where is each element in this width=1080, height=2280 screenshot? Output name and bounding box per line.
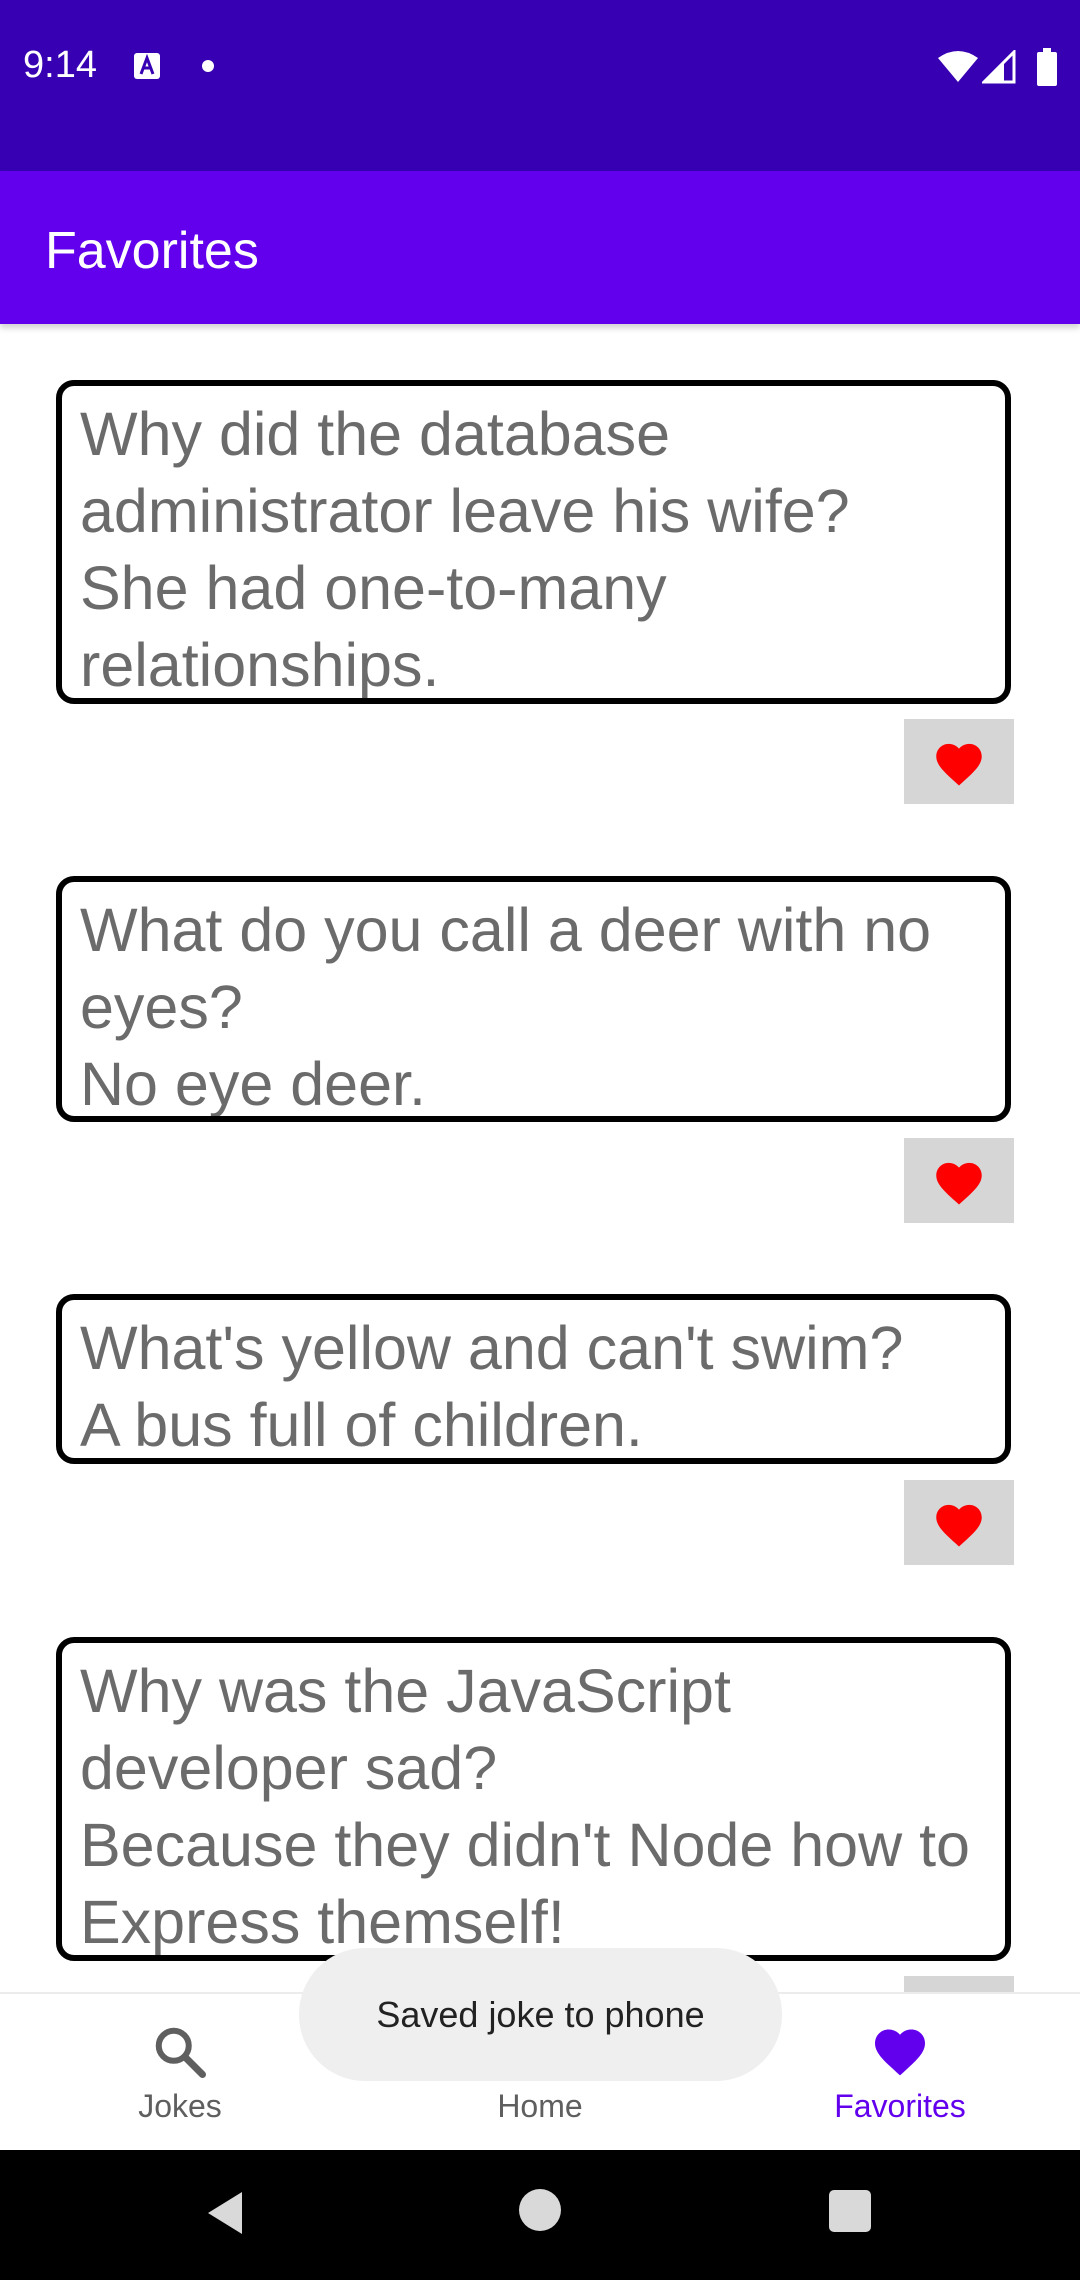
favorites-list[interactable]: Why did the database administrator leave… [0, 324, 1080, 1992]
favorite-button[interactable] [904, 719, 1014, 804]
joke-card: What's yellow and can't swim? A bus full… [56, 1294, 1011, 1464]
status-bar: 9:14 [0, 0, 1080, 171]
app-bar: Favorites [0, 171, 1080, 324]
dot-icon [202, 60, 214, 72]
heart-icon [936, 743, 982, 786]
status-time: 9:14 [23, 44, 97, 86]
system-navigation-bar [0, 2148, 1080, 2280]
favorite-button[interactable] [904, 1976, 1014, 1992]
recents-button[interactable] [829, 2190, 871, 2232]
heart-icon [875, 2029, 925, 2076]
search-icon [155, 2027, 206, 2078]
nav-label-jokes: Jokes [138, 2088, 222, 2124]
joke-card: What do you call a deer with no eyes? No… [56, 876, 1011, 1122]
nav-label-home: Home [497, 2088, 583, 2124]
joke-card: Why was the JavaScript developer sad? Be… [56, 1637, 1011, 1961]
wifi-icon [938, 51, 978, 82]
toast-message: Saved joke to phone [299, 1948, 782, 2081]
heart-icon [936, 1162, 982, 1205]
heart-icon [936, 1504, 982, 1547]
home-button[interactable] [519, 2189, 561, 2231]
signal-icon [982, 50, 1016, 84]
joke-card: Why did the database administrator leave… [56, 380, 1011, 704]
battery-icon [1037, 48, 1057, 86]
text-a-icon [134, 53, 160, 79]
page-title: Favorites [45, 222, 259, 280]
back-icon[interactable] [202, 2188, 252, 2238]
favorite-button[interactable] [904, 1480, 1014, 1565]
nav-label-favorites: Favorites [834, 2088, 966, 2124]
favorite-button[interactable] [904, 1138, 1014, 1223]
